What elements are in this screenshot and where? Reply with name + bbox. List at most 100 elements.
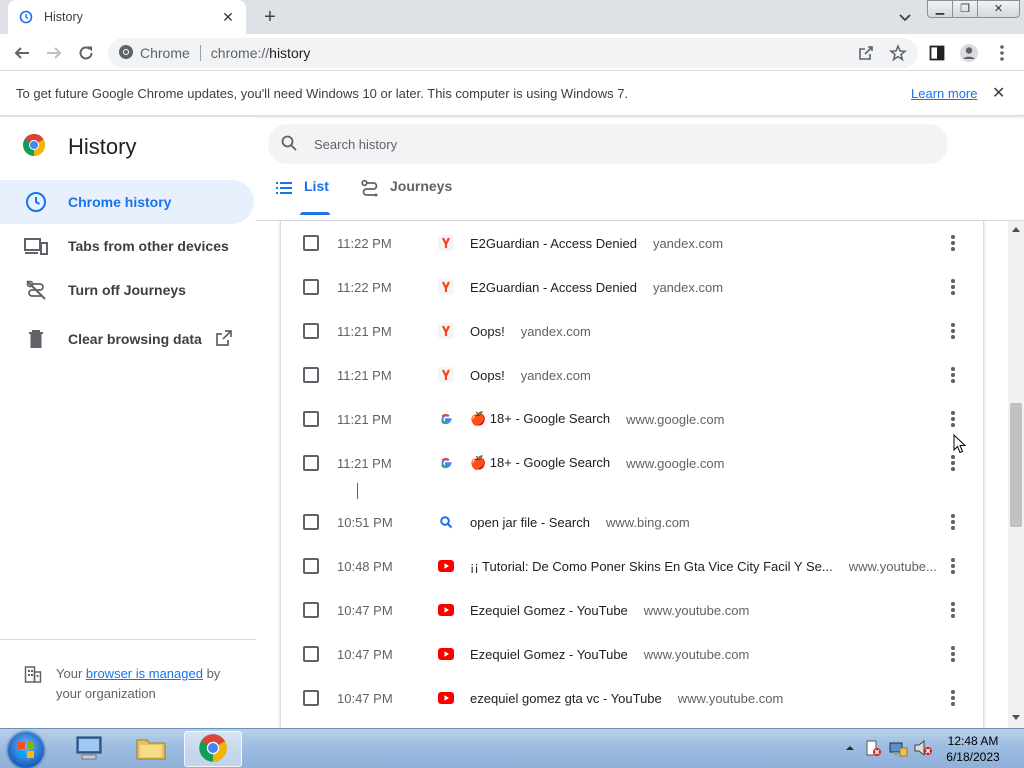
row-title-link[interactable]: Oops! bbox=[470, 368, 505, 383]
row-time: 10:47 PM bbox=[337, 690, 393, 706]
row-checkbox[interactable] bbox=[303, 455, 319, 471]
history-row[interactable]: 11:21 PM 🍎 18+ - Google Search www.google.… bbox=[281, 441, 983, 485]
side-panel-icon[interactable] bbox=[925, 41, 949, 65]
row-more-actions-icon[interactable] bbox=[945, 277, 961, 297]
sidebar-item-clear-browsing-data[interactable]: Clear browsing data bbox=[0, 317, 254, 361]
row-checkbox[interactable] bbox=[303, 411, 319, 427]
row-more-actions-icon[interactable] bbox=[945, 233, 961, 253]
row-more-actions-icon[interactable] bbox=[945, 453, 961, 473]
bookmark-star-icon[interactable] bbox=[886, 41, 910, 65]
omnibox[interactable]: Chrome chrome://history bbox=[108, 38, 918, 68]
row-more-actions-icon[interactable] bbox=[945, 556, 961, 576]
sidebar-brand: History bbox=[22, 133, 136, 160]
history-row[interactable]: 11:22 PM E2Guardian - Access Denied yandex… bbox=[281, 265, 983, 309]
row-title-link[interactable]: ¡¡ Tutorial: De Como Poner Skins En Gta … bbox=[470, 559, 833, 574]
start-button-icon[interactable] bbox=[8, 732, 44, 768]
managed-browser-notice: Your browser is managed by your organiza… bbox=[0, 639, 256, 704]
history-row[interactable]: 10:47 PM ezequiel gomez gta vc - YouTube w… bbox=[281, 676, 983, 720]
omnibox-site-chip: Chrome bbox=[140, 45, 190, 61]
tray-action-center-icon[interactable] bbox=[864, 735, 882, 761]
row-time: 10:51 PM bbox=[337, 514, 393, 530]
row-title-link[interactable]: Oops! bbox=[470, 324, 505, 339]
mouse-cursor-icon bbox=[953, 433, 967, 454]
scroll-down-arrow-icon[interactable] bbox=[1012, 715, 1020, 720]
row-more-actions-icon[interactable] bbox=[945, 644, 961, 664]
row-time: 11:22 PM bbox=[337, 279, 392, 295]
tab-list[interactable]: List bbox=[274, 178, 329, 212]
row-more-actions-icon[interactable] bbox=[945, 365, 961, 385]
sidebar-item-chrome-history[interactable]: Chrome history bbox=[0, 180, 254, 224]
tab-search-chevron-icon[interactable] bbox=[896, 8, 914, 26]
row-more-actions-icon[interactable] bbox=[945, 512, 961, 532]
google-favicon-icon bbox=[438, 411, 454, 427]
row-more-actions-icon[interactable] bbox=[945, 600, 961, 620]
row-checkbox[interactable] bbox=[303, 690, 319, 706]
search-history-field[interactable]: Search history bbox=[268, 124, 948, 164]
row-checkbox[interactable] bbox=[303, 323, 319, 339]
devices-icon bbox=[24, 234, 48, 258]
history-row[interactable]: 10:47 PM Ezequiel Gomez - YouTube www.yout… bbox=[281, 632, 983, 676]
journeys-off-icon bbox=[24, 278, 48, 302]
scrollbar-thumb[interactable] bbox=[1010, 403, 1022, 527]
row-title-link[interactable]: 🍎 18+ - Google Search bbox=[470, 411, 610, 427]
browser-managed-link[interactable]: browser is managed bbox=[86, 666, 203, 681]
row-checkbox[interactable] bbox=[303, 646, 319, 662]
profile-avatar-icon[interactable] bbox=[957, 41, 981, 65]
folder-icon bbox=[135, 734, 167, 765]
search-input[interactable]: Search history bbox=[314, 137, 397, 152]
row-title-link[interactable]: ezequiel gomez gta vc - YouTube bbox=[470, 691, 662, 706]
back-arrow-icon[interactable] bbox=[10, 41, 34, 65]
history-row[interactable]: 11:21 PM Oops! yandex.com bbox=[281, 309, 983, 353]
computer-icon bbox=[74, 734, 104, 765]
window-close-button[interactable]: ✕ bbox=[977, 0, 1020, 18]
row-checkbox[interactable] bbox=[303, 367, 319, 383]
reload-icon[interactable] bbox=[74, 41, 98, 65]
row-entry: E2Guardian - Access Denied yandex.com bbox=[470, 236, 723, 251]
row-domain: www.youtube.com bbox=[643, 646, 750, 662]
window-restore-button[interactable]: ❐ bbox=[952, 0, 978, 18]
row-title-link[interactable]: 🍎 18+ - Google Search bbox=[470, 455, 610, 471]
row-more-actions-icon[interactable] bbox=[945, 688, 961, 708]
row-title-link[interactable]: E2Guardian - Access Denied bbox=[470, 236, 637, 251]
history-row[interactable]: 10:51 PM open jar file - Search www.bing.c… bbox=[281, 500, 983, 544]
scroll-up-arrow-icon[interactable] bbox=[1012, 227, 1020, 232]
row-title-link[interactable]: E2Guardian - Access Denied bbox=[470, 280, 637, 295]
browser-tab-history[interactable]: History ✕ bbox=[8, 0, 246, 34]
row-title-link[interactable]: Ezequiel Gomez - YouTube bbox=[470, 603, 628, 618]
page-title: History bbox=[68, 133, 137, 159]
infobar-close-icon[interactable]: ✕ bbox=[992, 83, 1005, 103]
tab-journeys[interactable]: Journeys bbox=[360, 178, 452, 212]
row-more-actions-icon[interactable] bbox=[945, 409, 961, 429]
row-title-link[interactable]: Ezequiel Gomez - YouTube bbox=[470, 647, 628, 662]
history-row[interactable]: 11:22 PM E2Guardian - Access Denied yandex… bbox=[281, 221, 983, 265]
sidebar-item-tabs-other-devices[interactable]: Tabs from other devices bbox=[0, 224, 254, 268]
row-checkbox[interactable] bbox=[303, 514, 319, 530]
row-checkbox[interactable] bbox=[303, 602, 319, 618]
taskbar-clock[interactable]: 12:48 AM 6/18/2023 bbox=[940, 733, 1006, 765]
row-title-link[interactable]: open jar file - Search bbox=[470, 515, 590, 530]
history-row[interactable]: 10:48 PM ¡¡ Tutorial: De Como Poner Skins… bbox=[281, 544, 983, 588]
forward-arrow-icon[interactable] bbox=[42, 41, 66, 65]
row-checkbox[interactable] bbox=[303, 279, 319, 295]
sidebar-item-turn-off-journeys[interactable]: Turn off Journeys bbox=[0, 268, 254, 312]
row-checkbox[interactable] bbox=[303, 558, 319, 574]
window-minimize-button[interactable]: ▁ bbox=[927, 0, 953, 18]
new-tab-button[interactable]: + bbox=[259, 6, 281, 28]
yandex-favicon-icon bbox=[438, 367, 454, 383]
taskbar-explorer-app[interactable] bbox=[122, 731, 180, 767]
taskbar-computer-app[interactable] bbox=[60, 731, 118, 767]
menu-kebab-icon[interactable] bbox=[990, 41, 1014, 65]
history-row[interactable]: 11:21 PM Oops! yandex.com bbox=[281, 353, 983, 397]
tray-volume-muted-icon[interactable] bbox=[913, 735, 933, 761]
row-checkbox[interactable] bbox=[303, 235, 319, 251]
share-icon[interactable] bbox=[854, 41, 878, 65]
scrollbar[interactable] bbox=[1008, 221, 1024, 728]
tray-network-icon[interactable] bbox=[888, 735, 908, 761]
taskbar-chrome-app[interactable] bbox=[184, 731, 242, 767]
tray-show-hidden-icon[interactable] bbox=[844, 735, 856, 761]
learn-more-link[interactable]: Learn more bbox=[911, 86, 977, 101]
tab-close-icon[interactable]: ✕ bbox=[220, 9, 236, 25]
history-row[interactable]: 11:21 PM 🍎 18+ - Google Search www.google.… bbox=[281, 397, 983, 441]
row-more-actions-icon[interactable] bbox=[945, 321, 961, 341]
history-row[interactable]: 10:47 PM Ezequiel Gomez - YouTube www.yout… bbox=[281, 588, 983, 632]
